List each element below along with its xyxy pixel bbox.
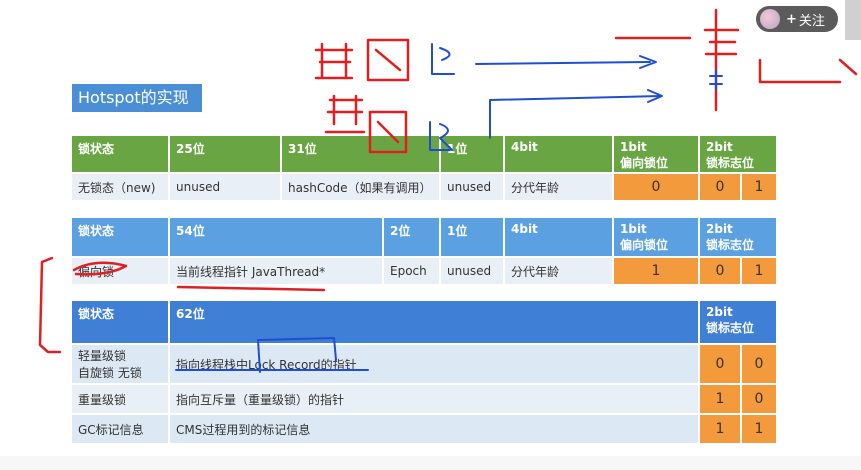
header-line: 2bit bbox=[706, 305, 733, 319]
lock-table-others: 锁状态 62位 2bit 锁标志位 轻量级锁自旋锁 无锁 指向线程栈中Lock R… bbox=[70, 299, 779, 445]
bit-cell: 0 bbox=[698, 343, 742, 385]
bracket-stroke bbox=[38, 256, 62, 354]
table-row: 偏向锁 当前线程指针 JavaThread* Epoch unused 分代年龄… bbox=[70, 256, 779, 286]
cell: unused bbox=[439, 256, 505, 286]
header-cell: 31位 bbox=[280, 134, 441, 174]
bit-cell: 0 bbox=[612, 172, 700, 202]
table-row: 无锁态（new) unused hashCode（如果有调用） unused 分… bbox=[70, 172, 779, 202]
header-cell-flag: 2bit 锁标志位 bbox=[697, 216, 779, 258]
cell: 偏向锁 bbox=[70, 256, 170, 286]
header-line: 1bit bbox=[620, 222, 647, 236]
table-header: 锁状态 62位 2bit 锁标志位 bbox=[70, 299, 779, 345]
header-cell: 4bit bbox=[503, 216, 614, 258]
table-row: 轻量级锁自旋锁 无锁 指向线程栈中Lock Record的指针 0 0 bbox=[70, 343, 779, 385]
underline-stroke bbox=[176, 285, 326, 292]
bit-cell: 0 bbox=[739, 343, 779, 385]
cell: 轻量级锁自旋锁 无锁 bbox=[70, 343, 170, 385]
header-line: 2bit bbox=[706, 140, 733, 154]
bit-cell: 0 bbox=[739, 383, 779, 415]
header-cell-flag: 2bit 锁标志位 bbox=[697, 134, 779, 174]
header-cell: 4bit bbox=[503, 134, 614, 174]
header-cell-bias: 1bit 偏向锁位 bbox=[612, 216, 700, 258]
bit-cell: 1 bbox=[612, 256, 700, 286]
header-cell: 锁状态 bbox=[70, 299, 170, 345]
header-cell: 62位 bbox=[168, 299, 700, 345]
bit-cell: 0 bbox=[698, 172, 742, 202]
header-line: 锁标志位 bbox=[706, 156, 755, 170]
header-line: 锁标志位 bbox=[706, 321, 755, 335]
header-line: 偏向锁位 bbox=[620, 156, 669, 170]
header-cell: 1位 bbox=[439, 134, 505, 174]
table-header: 锁状态 25位 31位 1位 4bit 1bit 偏向锁位 2bit 锁标志位 bbox=[70, 134, 779, 174]
bit-cell: 1 bbox=[698, 383, 742, 415]
arrow-stroke bbox=[475, 55, 657, 69]
scribble-marks bbox=[703, 8, 740, 112]
scribble-marks bbox=[709, 69, 723, 91]
bit-cell: 1 bbox=[739, 256, 779, 286]
header-cell: 25位 bbox=[168, 134, 282, 174]
cell: unused bbox=[439, 172, 505, 202]
cell: 指向线程栈中Lock Record的指针 bbox=[168, 343, 700, 385]
bit-cell: 1 bbox=[698, 413, 742, 445]
cell: GC标记信息 bbox=[70, 413, 170, 445]
cell: 当前线程指针 JavaThread* bbox=[168, 256, 384, 286]
cell: 指向互斥量（重量级锁）的指针 bbox=[168, 383, 700, 415]
state-line: 轻量级锁 bbox=[78, 349, 127, 363]
plus-icon: + bbox=[786, 11, 797, 27]
state-line: 自旋锁 无锁 bbox=[78, 366, 142, 380]
lock-table-biased: 锁状态 54位 2位 1位 4bit 1bit 偏向锁位 2bit 锁标志位 偏向锁… bbox=[70, 216, 779, 286]
cell: Epoch bbox=[382, 256, 441, 286]
scribble-glyph bbox=[366, 38, 410, 82]
bit-cell: 1 bbox=[739, 172, 779, 202]
cell: 分代年龄 bbox=[503, 172, 614, 202]
cell: 重量级锁 bbox=[70, 383, 170, 415]
follow-button[interactable]: + 关注 bbox=[756, 6, 838, 32]
table-row: GC标记信息 CMS过程用到的标记信息 1 1 bbox=[70, 413, 779, 445]
scribble-glyph bbox=[324, 94, 366, 134]
header-line: 偏向锁位 bbox=[620, 238, 669, 252]
header-line: 2bit bbox=[706, 222, 733, 236]
lock-table-no-lock: 锁状态 25位 31位 1位 4bit 1bit 偏向锁位 2bit 锁标志位 无锁… bbox=[70, 134, 779, 202]
bit-cell: 1 bbox=[739, 413, 779, 445]
header-cell-flag: 2bit 锁标志位 bbox=[697, 299, 779, 345]
cell: unused bbox=[168, 172, 282, 202]
follow-label: 关注 bbox=[798, 13, 825, 29]
header-cell: 锁状态 bbox=[70, 134, 170, 174]
table-header: 锁状态 54位 2位 1位 4bit 1bit 偏向锁位 2bit 锁标志位 bbox=[70, 216, 779, 258]
header-cell: 2位 bbox=[382, 216, 441, 258]
header-line: 1bit bbox=[620, 140, 647, 154]
scribble-glyph bbox=[314, 42, 354, 80]
cell: 分代年龄 bbox=[503, 256, 614, 286]
header-line: 锁标志位 bbox=[706, 238, 755, 252]
scribble-marks bbox=[758, 58, 858, 84]
header-cell-bias: 1bit 偏向锁位 bbox=[612, 134, 700, 174]
header-cell: 1位 bbox=[439, 216, 505, 258]
header-cell: 锁状态 bbox=[70, 216, 170, 258]
header-cell: 54位 bbox=[168, 216, 384, 258]
cell: hashCode（如果有调用） bbox=[280, 172, 441, 202]
cell: CMS过程用到的标记信息 bbox=[168, 413, 700, 445]
cell: 无锁态（new) bbox=[70, 172, 170, 202]
table-row: 重量级锁 指向互斥量（重量级锁）的指针 1 0 bbox=[70, 383, 779, 415]
scribble-glyph bbox=[431, 43, 455, 75]
side-tab bbox=[845, 0, 861, 40]
page-title: Hotspot的实现 bbox=[72, 84, 202, 112]
avatar-icon bbox=[760, 9, 780, 29]
bottom-bar bbox=[0, 456, 861, 470]
arrow-stroke bbox=[489, 89, 663, 139]
bit-cell: 0 bbox=[698, 256, 742, 286]
